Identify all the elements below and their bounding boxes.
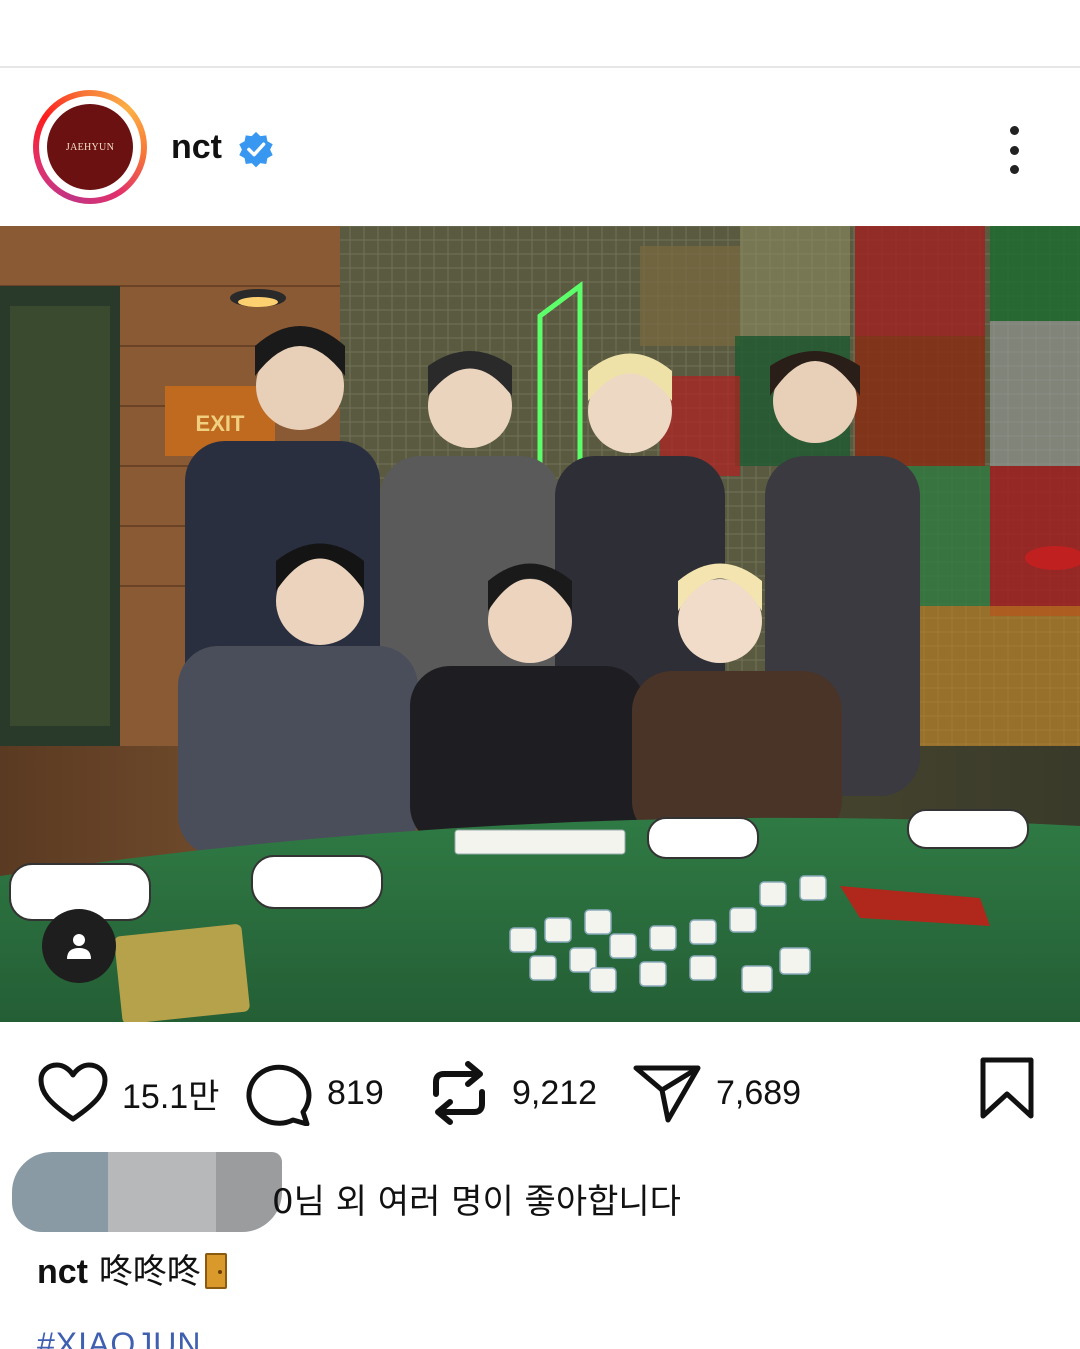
post-photo[interactable]: EXIT (0, 226, 1080, 1022)
send-icon (633, 1065, 701, 1123)
caption-text: 咚咚咚 (98, 1252, 201, 1292)
status-bar (0, 0, 1080, 68)
heart-icon (38, 1062, 108, 1122)
seated-members (178, 543, 842, 856)
avatar-text: JAEHYUN (65, 141, 115, 153)
post-header: JAEHYUN nct (0, 70, 1080, 226)
caption-username[interactable]: nct (37, 1253, 88, 1291)
username[interactable]: nct (171, 128, 222, 167)
action-bar: 15.1만 819 9,212 7,689 (0, 1050, 1080, 1136)
caption: nct 咚咚咚 (37, 1244, 227, 1293)
repost-icon (433, 1061, 485, 1125)
share-button[interactable]: 7,689 (632, 1050, 801, 1136)
comment-button[interactable]: 819 (243, 1050, 384, 1136)
liked-by-row[interactable]: 0님 외 여러 명이 좋아합니다 (0, 1150, 1080, 1232)
group-photo-illustration: EXIT (0, 226, 1080, 1022)
svg-text:EXIT: EXIT (196, 411, 245, 436)
hashtag-link[interactable]: #XIAOJUN (37, 1326, 201, 1349)
door-emoji-icon (204, 1253, 227, 1289)
avatar[interactable]: JAEHYUN (47, 104, 133, 190)
more-options-icon[interactable] (994, 122, 1034, 178)
story-ring[interactable]: JAEHYUN (33, 90, 147, 204)
comments-count: 819 (327, 1073, 384, 1112)
verified-badge-icon (239, 131, 273, 168)
shares-count: 7,689 (716, 1073, 802, 1112)
liked-by-text: 0님 외 여러 명이 좋아합니다 (272, 1182, 681, 1222)
like-button[interactable]: 15.1만 (38, 1050, 219, 1136)
repost-button[interactable]: 9,212 (428, 1050, 597, 1136)
tagged-users-button[interactable] (42, 909, 116, 983)
redacted-username (12, 1152, 282, 1232)
comment-icon (246, 1064, 312, 1126)
reposts-count: 9,212 (512, 1073, 598, 1112)
bookmark-icon[interactable] (978, 1056, 1036, 1120)
likes-count: 15.1만 (122, 1077, 220, 1116)
person-icon (67, 934, 91, 959)
